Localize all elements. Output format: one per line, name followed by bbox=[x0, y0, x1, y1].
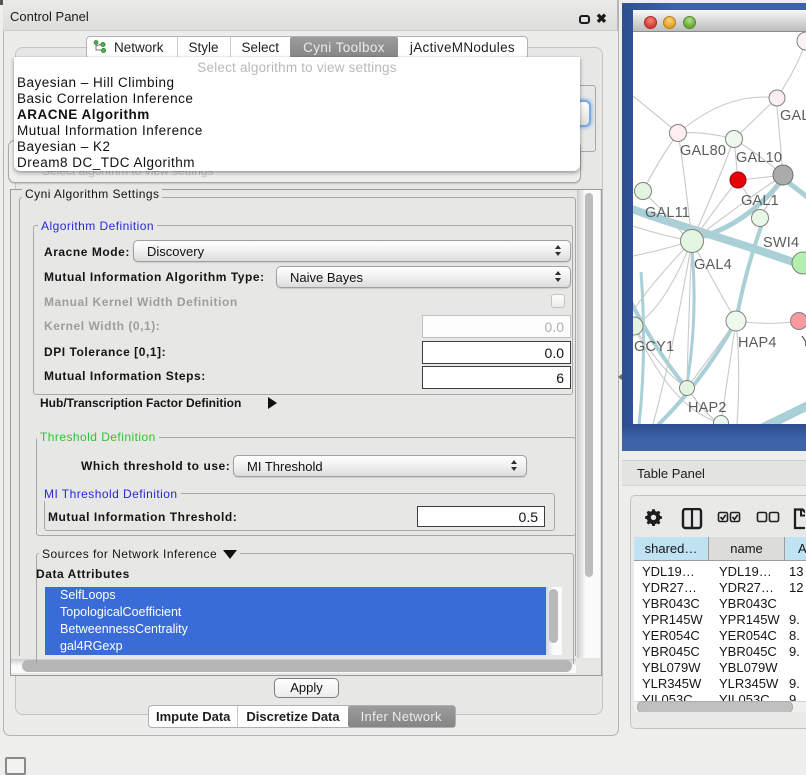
svg-text:GAL11: GAL11 bbox=[645, 205, 690, 221]
svg-text:GCY1: GCY1 bbox=[634, 339, 674, 355]
svg-text:GAL: GAL bbox=[780, 108, 806, 124]
svg-text:GAL80: GAL80 bbox=[680, 143, 726, 159]
svg-text:HAP2: HAP2 bbox=[688, 400, 727, 416]
svg-text:HAP4: HAP4 bbox=[738, 335, 777, 351]
svg-text:GAL10: GAL10 bbox=[736, 150, 782, 166]
svg-text:GAL4: GAL4 bbox=[694, 257, 732, 273]
svg-text:SWI4: SWI4 bbox=[763, 235, 799, 251]
svg-text:Y: Y bbox=[801, 334, 806, 350]
svg-text:GAL1: GAL1 bbox=[741, 193, 779, 209]
